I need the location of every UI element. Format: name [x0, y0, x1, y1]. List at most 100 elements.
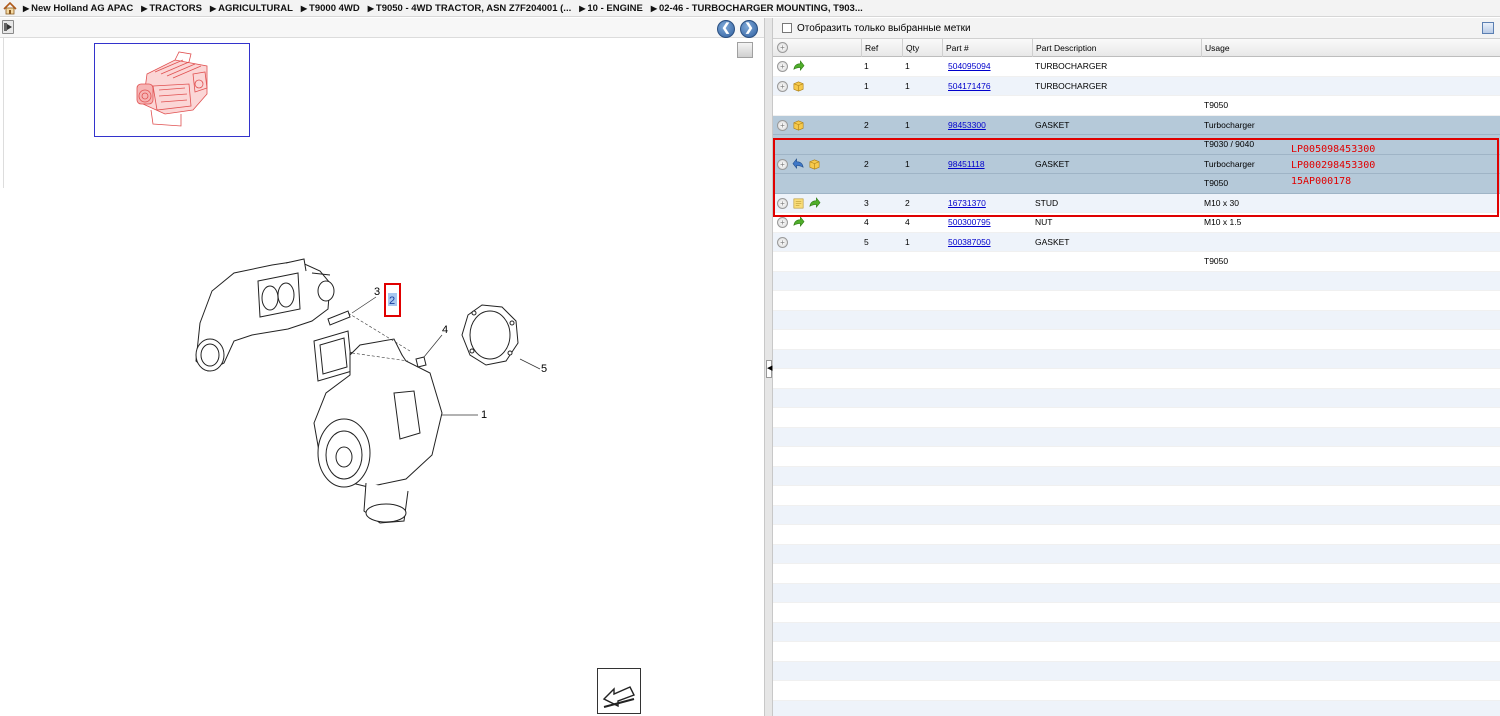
show-selected-only-checkbox[interactable]: [782, 23, 792, 33]
part-number-link[interactable]: 504095094: [948, 57, 991, 76]
breadcrumb-arrow-icon: ▶: [209, 3, 217, 13]
callout-1[interactable]: 1: [481, 409, 487, 421]
empty-table-row: [773, 603, 1500, 623]
home-icon[interactable]: [3, 1, 17, 15]
breadcrumb-arrow-icon: ▶: [141, 3, 148, 13]
empty-table-row: [773, 388, 1500, 408]
table-row[interactable]: +2 1 98453300 GASKET Turbocharger: [773, 115, 1500, 135]
ref-cell: 1: [864, 61, 869, 71]
breadcrumb-item[interactable]: ▶ New Holland AG APAC: [23, 3, 133, 14]
empty-table-row: [773, 427, 1500, 447]
exit-arrow-icon: [602, 686, 635, 708]
table-row[interactable]: +5 1 500387050 GASKET: [773, 232, 1500, 252]
empty-table-row: [773, 642, 1500, 662]
parts-list-pane: Отобразить только выбранные метки + Ref …: [773, 18, 1500, 716]
breadcrumb-arrow-icon: ▶: [300, 3, 308, 13]
qty-cell: 1: [905, 119, 910, 130]
breadcrumb-label: TRACTORS: [149, 2, 202, 14]
ref-cell: 5: [864, 236, 869, 247]
breadcrumb-label: 02-46 - TURBOCHARGER MOUNTING, T903...: [658, 2, 863, 14]
expand-tree-button[interactable]: [2, 20, 14, 34]
breadcrumb-label: 10 - ENGINE: [587, 2, 643, 14]
empty-table-row: [773, 466, 1500, 486]
part-number-link[interactable]: 98453300: [948, 116, 986, 135]
empty-table-row: [773, 486, 1500, 506]
turbocharger-exploded-diagram[interactable]: 3 4 5 1 2: [180, 243, 570, 543]
breadcrumb-arrow-icon: ▶: [23, 3, 30, 13]
parts-grid: + Ref Qty Part # Part Description Usage …: [773, 39, 1500, 716]
part-number-link[interactable]: 504171476: [948, 77, 991, 96]
expand-row-icon[interactable]: +: [777, 119, 788, 131]
table-row[interactable]: +1 1 504171476 TURBOCHARGER: [773, 76, 1500, 96]
empty-table-row: [773, 681, 1500, 701]
expand-row-icon[interactable]: +: [777, 236, 788, 248]
list-options-icon[interactable]: [1482, 22, 1494, 34]
breadcrumb-item[interactable]: ▶ T9000 4WD: [301, 3, 360, 14]
expand-arrow-icon: [4, 23, 12, 31]
engine-thumbnail[interactable]: [94, 43, 250, 137]
callout-3[interactable]: 3: [374, 286, 380, 298]
grid-header: + Ref Qty Part # Part Description Usage: [773, 39, 1500, 57]
empty-table-row: [773, 525, 1500, 545]
empty-table-row: [773, 291, 1500, 311]
breadcrumb-label: T9000 4WD: [309, 2, 360, 14]
column-header-usage[interactable]: Usage: [1201, 39, 1500, 57]
part-description-cell: GASKET: [1035, 236, 1070, 247]
engine-thumbnail-image: [136, 51, 208, 127]
previous-page-button[interactable]: ❮: [717, 20, 735, 38]
arrow-green-icon[interactable]: [792, 60, 805, 73]
callout-5[interactable]: 5: [541, 363, 547, 375]
empty-table-row: [773, 408, 1500, 428]
expand-row-icon[interactable]: +: [777, 217, 788, 228]
empty-table-row: [773, 447, 1500, 467]
table-row[interactable]: T9050: [773, 252, 1500, 272]
column-header-qty[interactable]: Qty: [902, 39, 942, 57]
empty-table-row: [773, 544, 1500, 564]
diagram-pane: ❮ ❯ 3 4 5 1 2: [0, 18, 764, 716]
highlighted-rows-box: [773, 138, 1499, 217]
breadcrumb-item[interactable]: ▶ 10 - ENGINE: [579, 3, 643, 14]
usage-cell: Turbocharger: [1204, 119, 1255, 130]
column-header-description[interactable]: Part Description: [1032, 39, 1201, 57]
expand-all-icon[interactable]: +: [777, 42, 788, 53]
toggle-thumbnail-button[interactable]: [737, 42, 753, 58]
box-yellow-icon[interactable]: [792, 119, 805, 132]
left-border-strip: [0, 38, 4, 188]
part-number-link[interactable]: 500387050: [948, 233, 991, 252]
next-page-button[interactable]: ❯: [740, 20, 758, 38]
show-selected-only-label[interactable]: Отобразить только выбранные метки: [797, 23, 971, 34]
empty-table-row: [773, 369, 1500, 389]
breadcrumb-item[interactable]: ▶ AGRICULTURAL: [210, 3, 293, 14]
usage-cell: T9050: [1204, 256, 1229, 266]
column-header-part[interactable]: Part #: [942, 39, 1032, 57]
back-to-parent-button[interactable]: [597, 668, 641, 714]
expand-row-icon[interactable]: +: [777, 80, 788, 92]
breadcrumb-item[interactable]: ▶ TRACTORS: [141, 3, 202, 14]
annotation-note-1: LP005098453300: [1291, 144, 1376, 155]
breadcrumb-label: T9050 - 4WD TRACTOR, ASN Z7F204001 (...: [375, 2, 572, 14]
usage-cell: T9050: [1204, 100, 1229, 110]
empty-table-row: [773, 310, 1500, 330]
part-description-cell: GASKET: [1035, 119, 1070, 130]
box-yellow-icon[interactable]: [792, 80, 805, 93]
empty-table-row: [773, 349, 1500, 369]
empty-table-row: [773, 505, 1500, 525]
empty-table-row: [773, 583, 1500, 603]
ref-cell: 2: [864, 119, 869, 130]
empty-table-row: [773, 564, 1500, 584]
expand-row-icon[interactable]: +: [777, 61, 788, 72]
breadcrumb-item[interactable]: ▶ T9050 - 4WD TRACTOR, ASN Z7F204001 (...: [368, 3, 572, 14]
annotation-note-2: LP000298453300: [1291, 160, 1376, 171]
empty-table-row: [773, 661, 1500, 681]
table-row[interactable]: T9050: [773, 96, 1500, 116]
callout-4[interactable]: 4: [442, 324, 448, 336]
arrow-green-icon[interactable]: [792, 216, 805, 229]
breadcrumb-item[interactable]: ▶ 02-46 - TURBOCHARGER MOUNTING, T903...: [651, 3, 863, 14]
collapse-pane-handle[interactable]: ◀: [766, 360, 772, 378]
callout-2[interactable]: 2: [389, 295, 395, 307]
table-row[interactable]: +1 1 504095094 TURBOCHARGER: [773, 57, 1500, 77]
breadcrumb-arrow-icon: ▶: [579, 3, 586, 13]
part-description-cell: TURBOCHARGER: [1035, 80, 1108, 91]
column-header-ref[interactable]: Ref: [861, 39, 902, 57]
pane-splitter[interactable]: ◀: [764, 18, 773, 716]
